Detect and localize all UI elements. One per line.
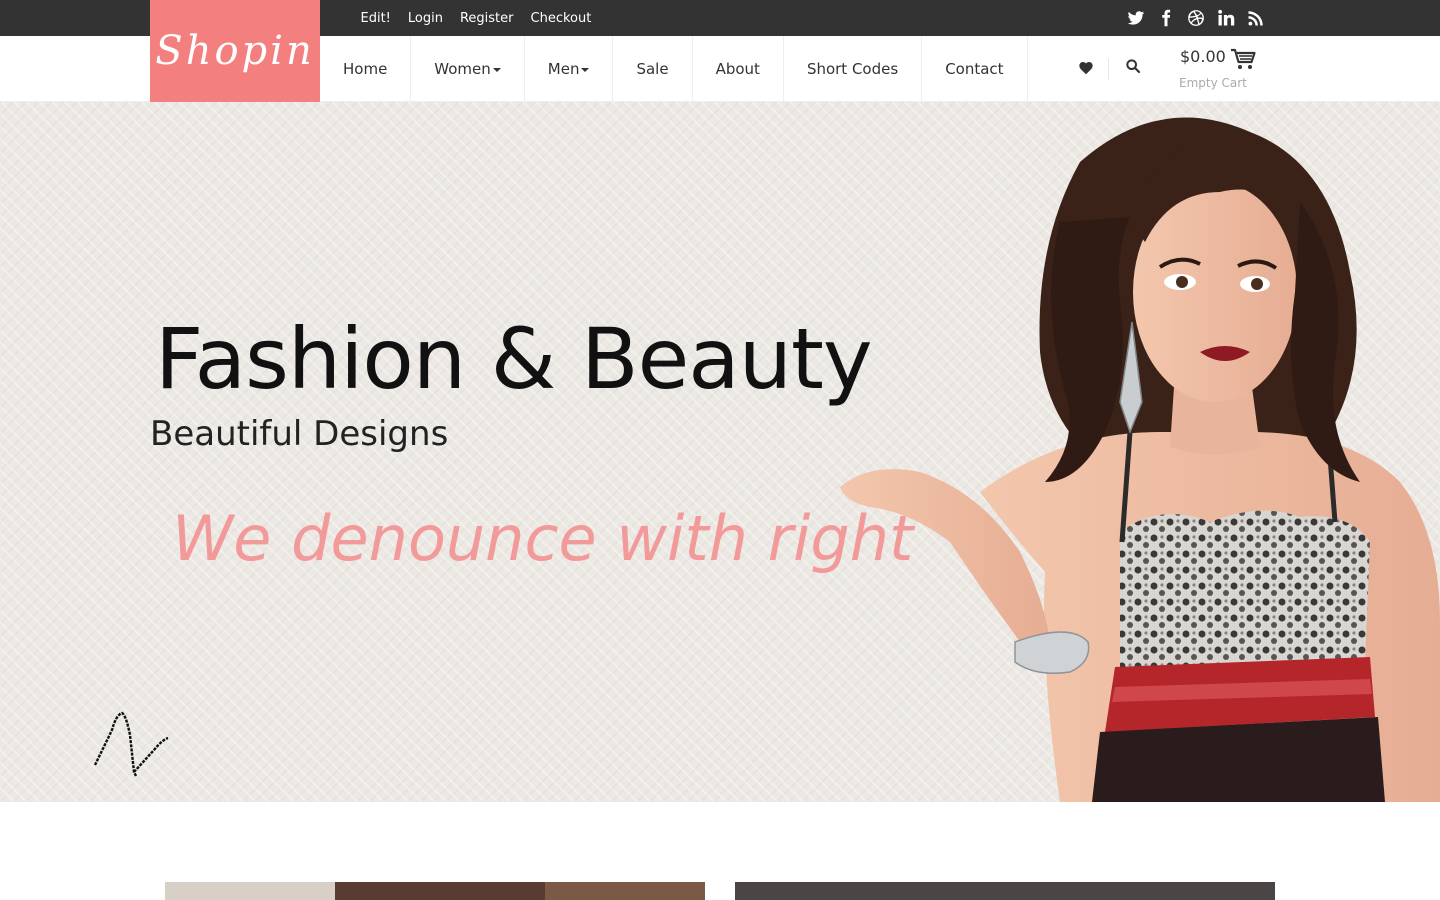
nav-item-women[interactable]: Women [411, 36, 525, 102]
hero-banner: Fashion & Beauty Beautiful Designs We de… [0, 102, 1440, 802]
checkout-link[interactable]: Checkout [531, 11, 592, 26]
nav-item-contact[interactable]: Contact [922, 36, 1028, 102]
nav-item-label: Home [343, 60, 388, 78]
nav-item-label: Women [434, 60, 491, 78]
top-links: Edit! Login Register Checkout [352, 0, 600, 36]
product-tile-image[interactable] [165, 882, 705, 900]
nav-item-short-codes[interactable]: Short Codes [784, 36, 923, 102]
caret-down-icon [581, 68, 590, 72]
main-nav: Home Women Men Sale About Short Codes Co… [320, 36, 1028, 102]
caret-down-icon [492, 68, 501, 72]
nav-item-about[interactable]: About [693, 36, 784, 102]
hero-title: Fashion & Beauty [155, 310, 873, 408]
nav-item-label: Men [547, 60, 580, 78]
hero-subtitle: Beautiful Designs [150, 414, 449, 454]
nav-item-label: About [715, 60, 760, 78]
nav-item-men[interactable]: Men [525, 36, 614, 102]
product-tile-image[interactable] [735, 882, 1275, 900]
nav-item-home[interactable]: Home [320, 36, 412, 102]
cart-button[interactable]: $0.00 Empty Cart [1178, 46, 1268, 96]
facebook-icon[interactable] [1156, 8, 1176, 28]
dribbble-icon[interactable] [1186, 8, 1206, 28]
hero-tagline: We denounce with right [172, 502, 914, 575]
divider [1108, 58, 1109, 80]
nav-item-sale[interactable]: Sale [613, 36, 693, 102]
register-link[interactable]: Register [460, 11, 514, 26]
search-icon[interactable] [1125, 58, 1145, 78]
handwriting-cursor-icon [93, 711, 169, 777]
cart-amount: $0.00 [1180, 47, 1226, 66]
social-links [1126, 0, 1266, 36]
edit-link[interactable]: Edit! [361, 11, 391, 26]
cart-status-label: Empty Cart [1179, 76, 1247, 90]
rss-icon[interactable] [1246, 8, 1266, 28]
cart-icon [1231, 48, 1256, 69]
hero-model-image [840, 117, 1440, 802]
nav-item-label: Sale [636, 60, 669, 78]
wishlist-heart-icon[interactable] [1078, 60, 1096, 78]
nav-item-label: Short Codes [806, 60, 899, 78]
site-logo[interactable]: Shopin [150, 0, 320, 102]
nav-item-label: Contact [945, 60, 1004, 78]
linkedin-icon[interactable] [1216, 8, 1236, 28]
logo-text: Shopin [155, 28, 315, 74]
login-link[interactable]: Login [408, 11, 443, 26]
twitter-icon[interactable] [1126, 8, 1146, 28]
